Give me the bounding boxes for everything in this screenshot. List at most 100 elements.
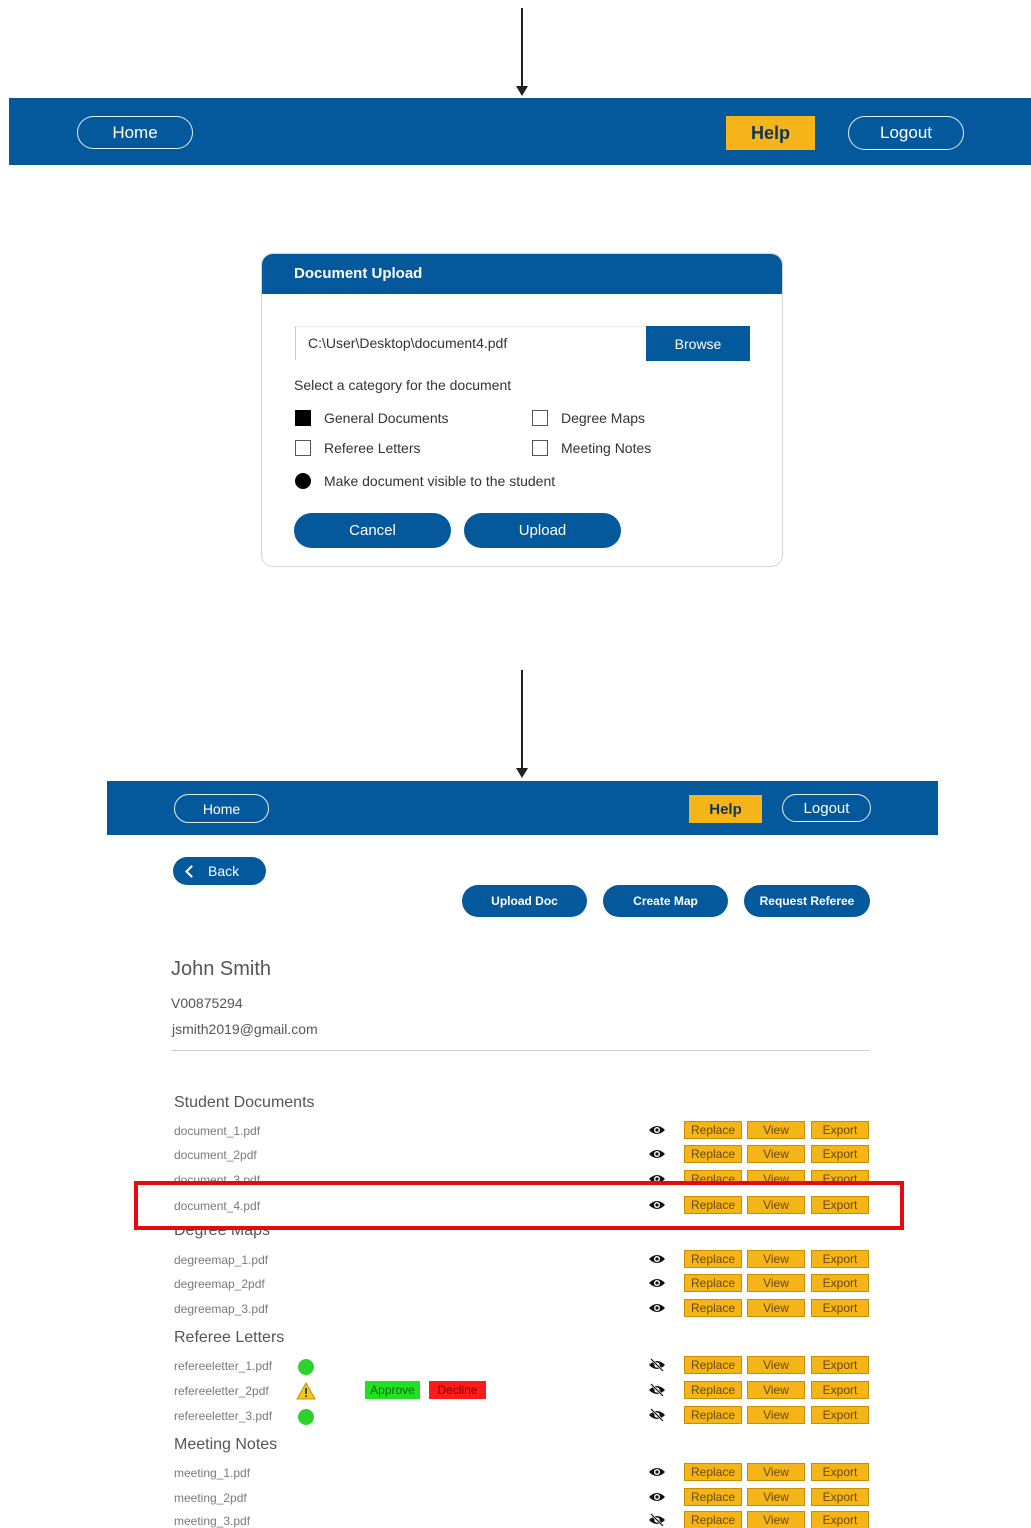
file-name[interactable]: refereeletter_3.pdf bbox=[174, 1409, 272, 1423]
replace-button[interactable]: Replace bbox=[684, 1406, 742, 1424]
export-button[interactable]: Export bbox=[811, 1196, 869, 1214]
eye-icon[interactable] bbox=[648, 1465, 666, 1479]
section-title-meeting-notes: Meeting Notes bbox=[174, 1436, 278, 1453]
view-button[interactable]: View bbox=[747, 1488, 805, 1506]
export-button[interactable]: Export bbox=[811, 1356, 869, 1374]
create-map-button[interactable]: Create Map bbox=[603, 885, 728, 917]
replace-button[interactable]: Replace bbox=[684, 1145, 742, 1163]
eye-slash-icon[interactable] bbox=[648, 1383, 666, 1397]
file-name[interactable]: refereeletter_2pdf bbox=[174, 1384, 269, 1398]
browse-button[interactable]: Browse bbox=[646, 326, 750, 361]
cancel-button[interactable]: Cancel bbox=[294, 513, 451, 548]
file-name[interactable]: meeting_3.pdf bbox=[174, 1514, 250, 1528]
eye-icon[interactable] bbox=[648, 1276, 666, 1290]
file-name[interactable]: meeting_1.pdf bbox=[174, 1466, 250, 1480]
export-button[interactable]: Export bbox=[811, 1250, 869, 1268]
document-row: document_1.pdf Replace View Export bbox=[174, 1121, 874, 1141]
export-button[interactable]: Export bbox=[811, 1299, 869, 1317]
decline-button[interactable]: Decline bbox=[429, 1381, 486, 1399]
file-name[interactable]: meeting_2pdf bbox=[174, 1491, 247, 1505]
upload-doc-button[interactable]: Upload Doc bbox=[462, 885, 587, 917]
file-name[interactable]: refereeletter_1.pdf bbox=[174, 1359, 272, 1373]
export-button[interactable]: Export bbox=[811, 1406, 869, 1424]
export-button[interactable]: Export bbox=[811, 1274, 869, 1292]
radio-selected-icon[interactable] bbox=[295, 473, 311, 489]
document-row-new: document_4.pdf Replace View Export bbox=[174, 1196, 874, 1216]
file-name[interactable]: degreemap_2pdf bbox=[174, 1277, 265, 1291]
section-title-referee-letters: Referee Letters bbox=[174, 1329, 285, 1346]
replace-button[interactable]: Replace bbox=[684, 1299, 742, 1317]
replace-button[interactable]: Replace bbox=[684, 1381, 742, 1399]
file-name[interactable]: degreemap_1.pdf bbox=[174, 1253, 268, 1267]
dialog-title: Document Upload bbox=[262, 254, 782, 294]
replace-button[interactable]: Replace bbox=[684, 1463, 742, 1481]
degree-map-row: degreemap_2pdf Replace View Export bbox=[174, 1274, 874, 1294]
document-upload-dialog: Document Upload C:\User\Desktop\document… bbox=[261, 253, 783, 567]
file-name[interactable]: document_1.pdf bbox=[174, 1124, 260, 1138]
view-button[interactable]: View bbox=[747, 1145, 805, 1163]
export-button[interactable]: Export bbox=[811, 1488, 869, 1506]
file-name[interactable]: degreemap_3.pdf bbox=[174, 1302, 268, 1316]
eye-slash-icon[interactable] bbox=[648, 1513, 666, 1527]
visible-to-student-option[interactable]: Make document visible to the student bbox=[295, 473, 555, 489]
replace-button[interactable]: Replace bbox=[684, 1274, 742, 1292]
back-button[interactable]: Back bbox=[173, 857, 266, 885]
file-name[interactable]: document_2pdf bbox=[174, 1148, 257, 1162]
view-button[interactable]: View bbox=[747, 1406, 805, 1424]
replace-button[interactable]: Replace bbox=[684, 1356, 742, 1374]
category-general-documents[interactable]: General Documents bbox=[295, 410, 449, 426]
export-button[interactable]: Export bbox=[811, 1381, 869, 1399]
view-button[interactable]: View bbox=[747, 1511, 805, 1528]
export-button[interactable]: Export bbox=[811, 1145, 869, 1163]
category-meeting-notes[interactable]: Meeting Notes bbox=[532, 440, 651, 456]
export-button[interactable]: Export bbox=[811, 1511, 869, 1528]
category-referee-letters[interactable]: Referee Letters bbox=[295, 440, 421, 456]
checkbox-icon[interactable] bbox=[295, 440, 311, 456]
home-button[interactable]: Home bbox=[174, 794, 269, 823]
eye-icon[interactable] bbox=[648, 1301, 666, 1315]
view-button[interactable]: View bbox=[747, 1196, 805, 1214]
view-button[interactable]: View bbox=[747, 1381, 805, 1399]
approve-button[interactable]: Approve bbox=[365, 1381, 420, 1399]
eye-icon[interactable] bbox=[648, 1123, 666, 1137]
eye-slash-icon[interactable] bbox=[648, 1408, 666, 1422]
replace-button[interactable]: Replace bbox=[684, 1250, 742, 1268]
eye-icon[interactable] bbox=[648, 1490, 666, 1504]
category-prompt: Select a category for the document bbox=[294, 377, 512, 393]
upload-button[interactable]: Upload bbox=[464, 513, 621, 548]
checkbox-icon[interactable] bbox=[532, 440, 548, 456]
request-referee-button[interactable]: Request Referee bbox=[744, 885, 870, 917]
export-button[interactable]: Export bbox=[811, 1463, 869, 1481]
referee-letter-row: refereeletter_3.pdf Replace View Export bbox=[174, 1406, 874, 1426]
export-button[interactable]: Export bbox=[811, 1121, 869, 1139]
eye-icon[interactable] bbox=[648, 1252, 666, 1266]
eye-slash-icon[interactable] bbox=[648, 1358, 666, 1372]
help-button[interactable]: Help bbox=[689, 795, 762, 823]
home-button[interactable]: Home bbox=[77, 116, 193, 149]
eye-icon[interactable] bbox=[648, 1198, 666, 1212]
file-path-field[interactable]: C:\User\Desktop\document4.pdf bbox=[295, 326, 647, 360]
view-button[interactable]: View bbox=[747, 1121, 805, 1139]
help-button[interactable]: Help bbox=[726, 116, 815, 150]
view-button[interactable]: View bbox=[747, 1463, 805, 1481]
eye-icon[interactable] bbox=[648, 1147, 666, 1161]
degree-map-row: degreemap_1.pdf Replace View Export bbox=[174, 1250, 874, 1270]
replace-button[interactable]: Replace bbox=[684, 1488, 742, 1506]
category-label: General Documents bbox=[324, 410, 449, 426]
checkbox-checked-icon[interactable] bbox=[295, 410, 311, 426]
view-button[interactable]: View bbox=[747, 1299, 805, 1317]
view-button[interactable]: View bbox=[747, 1250, 805, 1268]
logout-button[interactable]: Logout bbox=[848, 116, 964, 150]
replace-button[interactable]: Replace bbox=[684, 1121, 742, 1139]
logout-button[interactable]: Logout bbox=[782, 794, 871, 822]
category-label: Degree Maps bbox=[561, 410, 646, 426]
view-button[interactable]: View bbox=[747, 1274, 805, 1292]
divider bbox=[171, 1050, 870, 1051]
file-name[interactable]: document_4.pdf bbox=[174, 1199, 260, 1213]
student-email: jsmith2019@gmail.com bbox=[172, 1021, 318, 1037]
category-degree-maps[interactable]: Degree Maps bbox=[532, 410, 645, 426]
checkbox-icon[interactable] bbox=[532, 410, 548, 426]
view-button[interactable]: View bbox=[747, 1356, 805, 1374]
replace-button[interactable]: Replace bbox=[684, 1511, 742, 1528]
replace-button[interactable]: Replace bbox=[684, 1196, 742, 1214]
